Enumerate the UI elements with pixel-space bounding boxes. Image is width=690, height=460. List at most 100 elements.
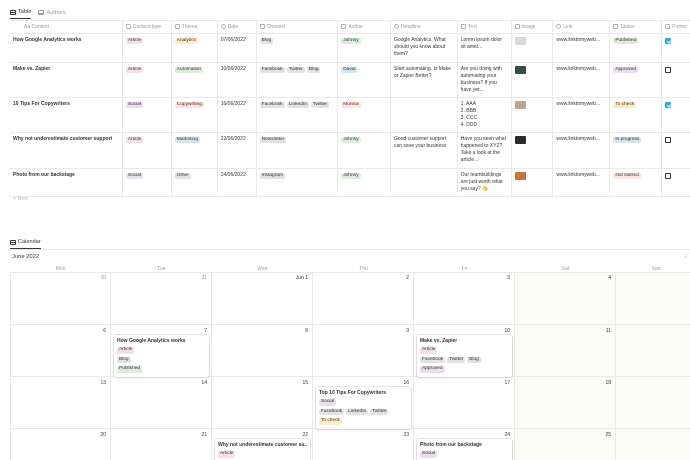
author-cell[interactable]: Johnny [337, 168, 391, 197]
table-row[interactable]: 10 Tips For Copywriters Social Copywriting… [10, 97, 690, 133]
calendar-day-cell[interactable]: 23 [313, 429, 414, 460]
channel-cell[interactable]: Blog [256, 33, 339, 63]
image-cell[interactable] [511, 97, 554, 133]
table-row[interactable]: Photo from our backstage Social Other 24/06… [10, 168, 690, 197]
column-header[interactable]: Aa Content [10, 20, 123, 34]
promo-checkbox[interactable] [665, 101, 672, 108]
promo-checkbox[interactable] [665, 172, 672, 179]
calendar-day-cell[interactable]: 10 Make vs. Zapier Article Facebook Twitter B… [414, 325, 515, 377]
theme-cell[interactable]: Analytics [171, 33, 218, 63]
author-cell[interactable]: Johnny [337, 33, 391, 63]
content-type-cell[interactable]: Social [122, 168, 172, 197]
calendar-day-cell[interactable] [616, 325, 690, 377]
calendar-day-cell[interactable]: 9 [313, 325, 414, 377]
column-header[interactable]: Promo [661, 20, 690, 34]
column-header[interactable]: Status [609, 20, 663, 34]
link-cell[interactable]: www.linktomyweb... [552, 62, 611, 98]
theme-cell[interactable]: Marketing [171, 132, 218, 169]
column-header[interactable]: Date [217, 20, 257, 34]
date-cell[interactable]: 24/06/2022 [217, 168, 257, 197]
tab-calendar[interactable]: Calendar [10, 239, 41, 249]
link-cell[interactable]: www.linktomyweb... [552, 33, 611, 63]
content-name-cell[interactable]: How Google Analytics works [10, 33, 123, 63]
text-cell[interactable]: Lorem ipsum dolor sit amet... [457, 33, 512, 63]
promo-cell[interactable] [661, 168, 690, 197]
promo-checkbox[interactable] [665, 66, 672, 73]
headline-cell[interactable] [390, 97, 458, 133]
column-header[interactable]: Theme [171, 20, 218, 34]
calendar-event-card[interactable]: Top 10 Tips For Copywriters Social Faceboo… [316, 387, 411, 429]
calendar-day-cell[interactable]: 17 [414, 377, 515, 429]
date-cell[interactable]: 16/06/2022 [217, 97, 257, 133]
channel-cell[interactable]: Newsletter [256, 132, 339, 169]
status-cell[interactable]: To check [609, 97, 663, 133]
calendar-day-cell[interactable]: 4 [515, 272, 616, 325]
calendar-day-cell[interactable]: 21 [111, 429, 212, 460]
author-cell[interactable]: Monica [337, 97, 391, 133]
calendar-day-cell[interactable]: 8 [212, 325, 313, 377]
calendar-event-card[interactable]: Make vs. Zapier Article Facebook Twitter Blo… [417, 335, 512, 377]
channel-cell[interactable]: Instagram [256, 168, 339, 197]
headline-cell[interactable]: Google Analytics. What should you know a… [390, 33, 458, 63]
theme-cell[interactable]: Copywriting [171, 97, 218, 133]
content-type-cell[interactable]: Article [122, 62, 172, 98]
calendar-day-cell[interactable]: 18 [515, 377, 616, 429]
table-row[interactable]: Why not underestimate customer support Ar… [10, 132, 690, 169]
author-cell[interactable]: David [337, 62, 391, 98]
calendar-day-cell[interactable] [616, 377, 690, 429]
theme-cell[interactable]: Other [171, 168, 218, 197]
table-row[interactable]: Make vs. Zapier Article Automation 10/06/20… [10, 62, 690, 98]
calendar-event-card[interactable]: Why not underestimate customer su... Arti… [215, 439, 310, 460]
headline-cell[interactable]: Good customer support can save your busi… [390, 132, 458, 169]
date-cell[interactable]: 22/06/2022 [217, 132, 257, 169]
promo-cell[interactable] [661, 132, 690, 169]
text-cell[interactable]: 1. AAA 2. BBB 3. CCC 4. DDD [457, 97, 512, 133]
column-header[interactable]: Headline [390, 20, 458, 34]
text-cell[interactable]: Have you seen what happened to XYZ? Take… [457, 132, 512, 169]
calendar-day-cell[interactable]: 11 [515, 325, 616, 377]
content-type-cell[interactable]: Social [122, 97, 172, 133]
calendar-day-cell[interactable] [616, 272, 690, 325]
calendar-event-card[interactable]: Photo from our backstage Social [417, 439, 512, 460]
calendar-day-cell[interactable]: 14 [111, 377, 212, 429]
column-header[interactable]: Image [511, 20, 554, 34]
prev-month-button[interactable]: ‹ [685, 254, 687, 260]
status-cell[interactable]: In progress [609, 132, 663, 169]
text-cell[interactable]: Are you doing with automating your busin… [457, 62, 512, 98]
author-cell[interactable]: Johnny [337, 132, 391, 169]
column-header[interactable]: Channel [256, 20, 339, 34]
calendar-day-cell[interactable]: 30 [10, 272, 111, 325]
image-cell[interactable] [511, 62, 554, 98]
image-cell[interactable] [511, 33, 554, 63]
promo-checkbox[interactable] [665, 136, 672, 143]
calendar-day-cell[interactable]: 15 [212, 377, 313, 429]
date-cell[interactable]: 07/06/2022 [217, 33, 257, 63]
date-cell[interactable]: 10/06/2022 [217, 62, 257, 98]
image-cell[interactable] [511, 132, 554, 169]
calendar-day-cell[interactable]: 24 Photo from our backstage Social [414, 429, 515, 460]
tab-table[interactable]: Table [10, 9, 32, 19]
tab-authors[interactable]: Authors [38, 10, 66, 19]
content-name-cell[interactable]: Why not underestimate customer support [10, 132, 123, 169]
promo-cell[interactable] [661, 62, 690, 98]
calendar-day-cell[interactable]: 16 Top 10 Tips For Copywriters Social Faceb… [313, 377, 414, 429]
calendar-day-cell[interactable]: 7 How Google Analytics works Article Blog Pu… [111, 325, 212, 377]
text-cell[interactable]: Our teambuildings are just worth what yo… [457, 168, 512, 197]
promo-cell[interactable] [661, 33, 690, 63]
theme-cell[interactable]: Automation [171, 62, 218, 98]
promo-checkbox[interactable] [665, 37, 672, 44]
column-header[interactable]: Text [457, 20, 512, 34]
column-header[interactable]: Content type [122, 20, 172, 34]
content-name-cell[interactable]: Photo from our backstage [10, 168, 123, 197]
status-cell[interactable]: Published [609, 33, 663, 63]
content-type-cell[interactable]: Article [122, 132, 172, 169]
calendar-day-cell[interactable]: 25 [515, 429, 616, 460]
headline-cell[interactable] [390, 168, 458, 197]
calendar-day-cell[interactable]: Jun 1 [212, 272, 313, 325]
calendar-day-cell[interactable] [616, 429, 690, 460]
calendar-event-card[interactable]: How Google Analytics works Article Blog Pub… [114, 335, 209, 377]
calendar-day-cell[interactable]: 13 [10, 377, 111, 429]
new-row-button[interactable]: + New [13, 196, 28, 202]
calendar-day-cell[interactable]: 31 [111, 272, 212, 325]
calendar-day-cell[interactable]: 3 [414, 272, 515, 325]
